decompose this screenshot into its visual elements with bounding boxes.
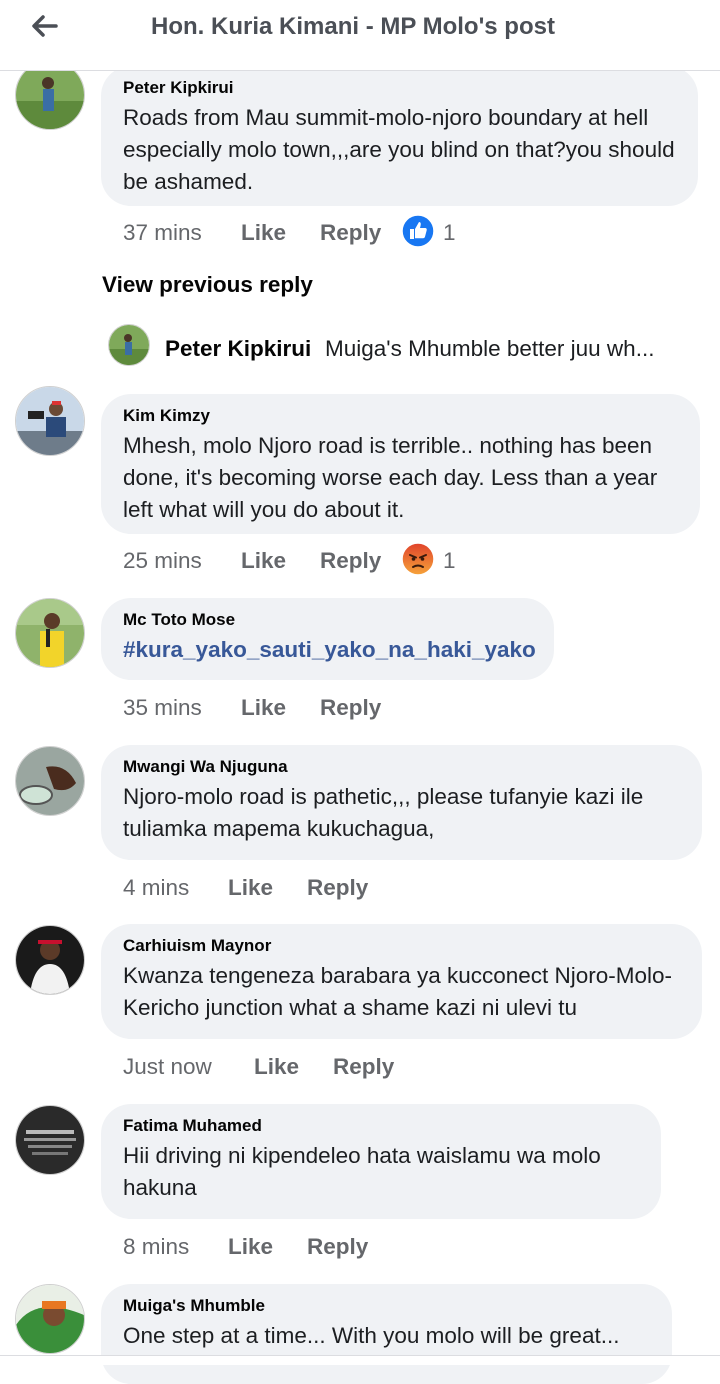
reaction-count: 1 [443, 220, 456, 245]
hashtag-link[interactable]: #kura_yako_sauti_yako_na_haki_yako [123, 634, 536, 666]
reaction-count: 1 [443, 548, 456, 573]
comment-bubble[interactable]: Mwangi Wa Njuguna Njoro-molo road is pat… [101, 745, 702, 860]
like-button[interactable]: Like [228, 875, 273, 901]
reply-button[interactable]: Reply [333, 1054, 394, 1080]
avatar[interactable] [15, 1284, 85, 1354]
comment-text: One step at a time... With you molo will… [123, 1323, 620, 1348]
comment-time: 37 mins [123, 220, 202, 245]
like-button[interactable]: Like [241, 548, 286, 574]
comment-author[interactable]: Muiga's Mhumble [123, 1296, 650, 1316]
top-bar: Hon. Kuria Kimani - MP Molo's post [0, 0, 720, 71]
back-button[interactable] [24, 6, 64, 46]
comment-bubble[interactable]: Kim Kimzy Mhesh, molo Njoro road is terr… [101, 394, 700, 534]
like-button[interactable]: Like [254, 1054, 299, 1080]
comment-actions: 37 mins Like Reply 1 [123, 214, 523, 254]
comment-author[interactable]: Mc Toto Mose [123, 610, 532, 630]
reply-button[interactable]: Reply [320, 548, 381, 574]
comment-actions: 35 mins Like Reply [123, 695, 423, 729]
like-reaction-icon[interactable] [401, 214, 435, 248]
arrow-left-icon [32, 15, 58, 37]
comment-text: Roads from Mau summit-molo-njoro boundar… [123, 105, 675, 194]
comment-author[interactable]: Peter Kipkirui [123, 78, 676, 98]
comment-time: Just now [123, 1054, 212, 1079]
view-previous-reply-link[interactable]: View previous reply [102, 272, 313, 298]
reply-button[interactable]: Reply [320, 695, 381, 721]
comment-actions: 25 mins Like Reply 1 [123, 542, 523, 582]
reply-button[interactable]: Reply [307, 875, 368, 901]
page-title: Hon. Kuria Kimani - MP Molo's post [151, 13, 555, 40]
avatar[interactable] [15, 598, 85, 668]
collapsed-reply[interactable]: Peter Kipkirui Muiga's Mhumble better ju… [108, 324, 688, 366]
reply-preview-text: Muiga's Mhumble better juu wh... [325, 336, 655, 361]
comment-actions: 8 mins Like Reply [123, 1234, 423, 1268]
comment-text: Mhesh, molo Njoro road is terrible.. not… [123, 433, 658, 522]
avatar[interactable] [15, 1105, 85, 1175]
comment-author[interactable]: Carhiuism Maynor [123, 936, 680, 956]
comment-actions: Just now Like Reply [123, 1054, 443, 1088]
comment-author[interactable]: Fatima Muhamed [123, 1116, 639, 1136]
comment-time: 8 mins [123, 1234, 190, 1259]
comment-text: Hii driving ni kipendeleo hata waislamu … [123, 1143, 601, 1200]
reply-author[interactable]: Peter Kipkirui [165, 336, 311, 362]
comment-bubble[interactable]: Muiga's Mhumble One step at a time... Wi… [101, 1284, 672, 1384]
comment-bubble[interactable]: Fatima Muhamed Hii driving ni kipendeleo… [101, 1104, 661, 1219]
like-button[interactable]: Like [241, 695, 286, 721]
like-button[interactable]: Like [241, 220, 286, 246]
angry-reaction-icon[interactable] [401, 542, 435, 576]
comment-bubble[interactable]: Peter Kipkirui Roads from Mau summit-mol… [101, 66, 698, 206]
comment-author[interactable]: Mwangi Wa Njuguna [123, 757, 680, 777]
comment-time: 35 mins [123, 695, 202, 720]
like-button[interactable]: Like [228, 1234, 273, 1260]
comment-text: Njoro-molo road is pathetic,,, please tu… [123, 784, 644, 841]
avatar[interactable] [108, 324, 150, 366]
reply-button[interactable]: Reply [320, 220, 381, 246]
reply-button[interactable]: Reply [307, 1234, 368, 1260]
comment-time: 4 mins [123, 875, 190, 900]
comment-time: 25 mins [123, 548, 202, 573]
comment-text: Kwanza tengeneza barabara ya kucconect N… [123, 963, 673, 1020]
avatar[interactable] [15, 386, 85, 456]
comment-bubble[interactable]: Mc Toto Mose #kura_yako_sauti_yako_na_ha… [101, 598, 554, 680]
comment-actions: 4 mins Like Reply [123, 875, 423, 909]
avatar[interactable] [15, 746, 85, 816]
avatar[interactable] [15, 925, 85, 995]
comment-author[interactable]: Kim Kimzy [123, 406, 678, 426]
comment-bubble[interactable]: Carhiuism Maynor Kwanza tengeneza baraba… [101, 924, 702, 1039]
